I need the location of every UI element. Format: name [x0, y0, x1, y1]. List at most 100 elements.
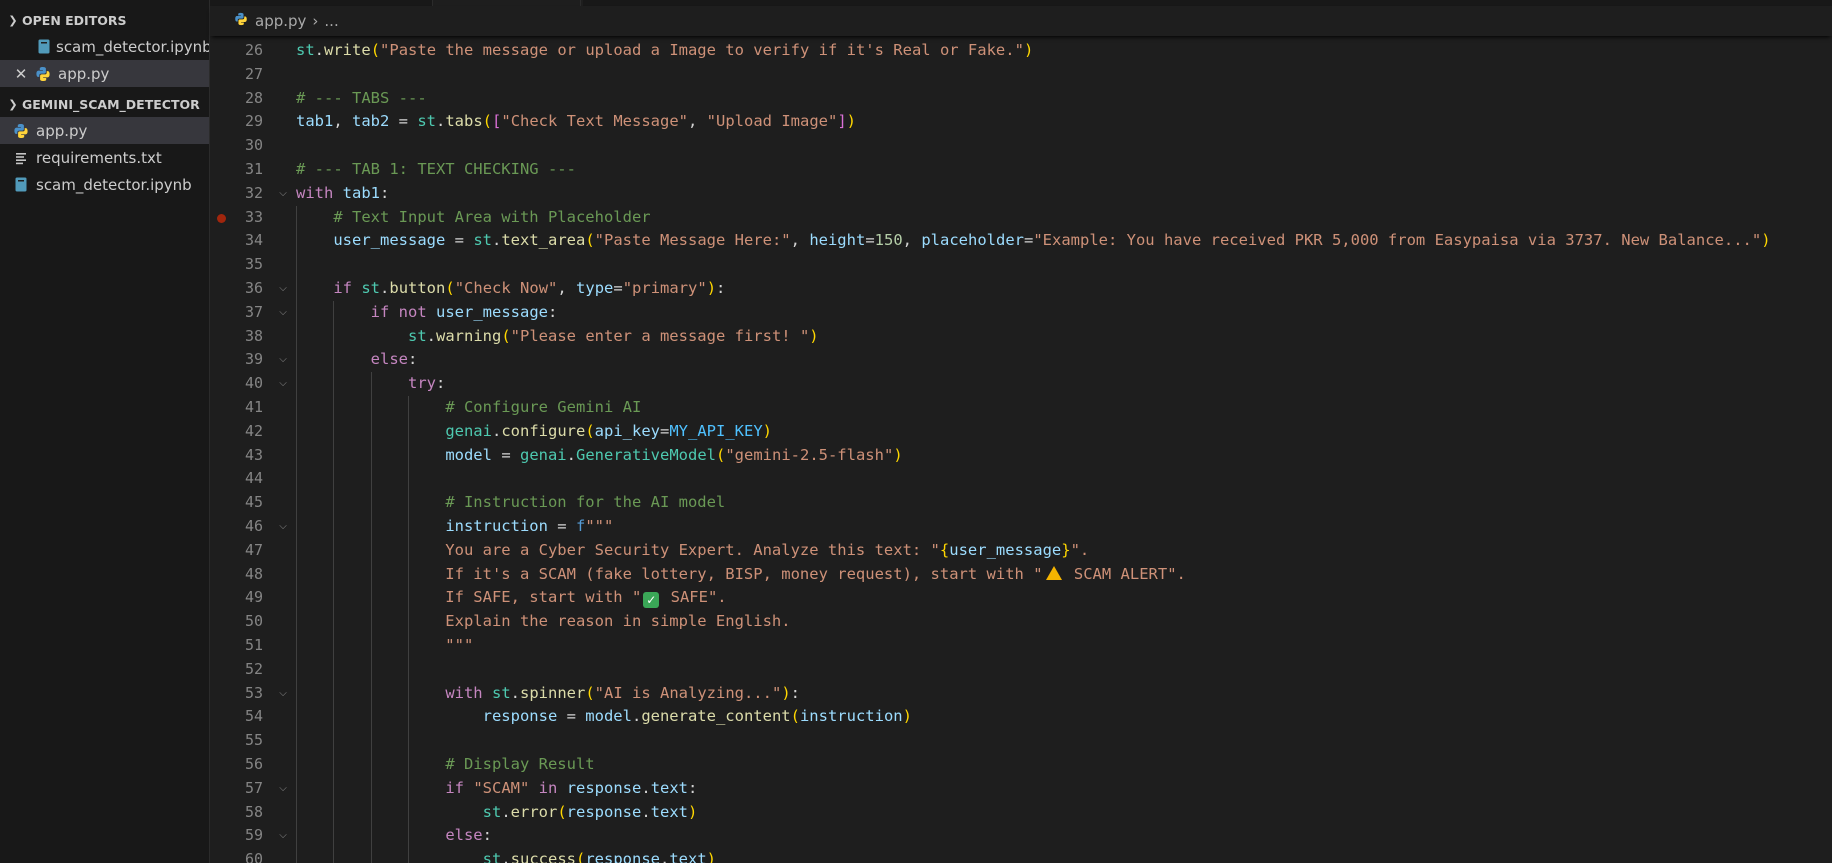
code-line[interactable]: 35 [210, 253, 1832, 277]
code-text: If SAFE, start with " ✓ SAFE". [296, 588, 727, 609]
line-number: 36 [244, 279, 263, 297]
fold-chevron-icon[interactable]: ⌵ [276, 301, 290, 325]
code-line[interactable]: 27 [210, 63, 1832, 87]
notebook-icon [12, 176, 30, 194]
line-number: 37 [244, 302, 263, 321]
code-line[interactable]: 47 You are a Cyber Security Expert. Anal… [210, 539, 1832, 563]
fold-chevron-icon[interactable]: ⌵ [276, 824, 290, 848]
line-number: 32 [244, 183, 263, 202]
workspace-header[interactable]: ❯ GEMINI_SCAM_DETECTOR [0, 91, 209, 117]
notebook-icon [38, 38, 50, 56]
code-line[interactable]: 39 ⌵ else: [210, 348, 1832, 372]
code-text: tab1, tab2 = st.tabs(["Check Text Messag… [296, 112, 857, 131]
code-line[interactable]: 50 Explain the reason in simple English. [210, 610, 1832, 634]
code-text: st.warning("Please enter a message first… [407, 326, 819, 345]
open-editor-item-notebook[interactable]: scam_detector.ipynb [0, 33, 209, 60]
code-line[interactable]: 51 """ [210, 634, 1832, 658]
indent-guide [333, 300, 335, 863]
fold-chevron-icon[interactable]: ⌵ [276, 777, 290, 801]
file-item-app-py[interactable]: app.py [0, 117, 209, 144]
indent-guide [296, 205, 297, 863]
breadcrumb-file[interactable]: app.py [255, 12, 306, 30]
code-line[interactable]: 26 st.write("Paste the message or upload … [210, 39, 1832, 63]
code-line[interactable]: 42 genai.configure(api_key=MY_API_KEY) [210, 420, 1832, 444]
code-line[interactable]: 54 response = model.generate_content(ins… [210, 705, 1832, 729]
code-line[interactable]: 60 st.success(response.text) [210, 848, 1832, 863]
code-line[interactable]: 34 user_message = st.text_area("Paste Me… [210, 229, 1832, 253]
line-number: 26 [244, 41, 263, 59]
file-label: scam_detector.ipynb [36, 175, 192, 194]
line-number: 35 [244, 255, 263, 274]
code-line[interactable]: 43 model = genai.GenerativeModel("gemini… [210, 444, 1832, 468]
file-item-requirements[interactable]: requirements.txt [0, 144, 209, 171]
code-line[interactable]: 58 st.error(response.text) [210, 801, 1832, 825]
code-text: st.write("Paste the message or upload a … [296, 41, 1034, 59]
line-number: 38 [244, 326, 263, 345]
line-number: 56 [244, 755, 263, 773]
code-line[interactable]: 52 [210, 658, 1832, 682]
open-editor-item-app-py[interactable]: ✕ app.py [0, 60, 209, 87]
code-line[interactable]: 30 [210, 134, 1832, 158]
fold-chevron-icon[interactable]: ⌵ [276, 277, 290, 301]
code-line[interactable]: 59 ⌵ else: [210, 824, 1832, 848]
code-line[interactable]: 45 # Instruction for the AI model [210, 491, 1832, 515]
code-text: if st.button("Check Now", type="primary"… [333, 279, 726, 297]
code-line[interactable]: 28 # --- TABS --- [210, 87, 1832, 111]
code-text: if "SCAM" in response.text: [445, 778, 698, 797]
code-line[interactable]: 46 ⌵ instruction = f""" [210, 515, 1832, 539]
line-number: 47 [244, 540, 263, 559]
chevron-down-icon: ❯ [8, 97, 18, 111]
check-icon: ✓ [643, 592, 660, 609]
file-item-notebook[interactable]: scam_detector.ipynb [0, 171, 209, 198]
fold-chevron-icon[interactable]: ⌵ [276, 182, 290, 206]
open-editors-header[interactable]: ❯ OPEN EDITORS [0, 7, 209, 33]
code-text: # --- TABS --- [296, 88, 427, 107]
line-number: 33 [244, 207, 263, 226]
code-text: st.success(response.text) [482, 850, 716, 863]
line-number: 28 [244, 88, 263, 107]
breadcrumb-more[interactable]: ... [324, 12, 338, 30]
code-line[interactable]: 29 tab1, tab2 = st.tabs(["Check Text Mess… [210, 110, 1832, 134]
code-line[interactable]: 49 If SAFE, start with " ✓ SAFE". [210, 586, 1832, 610]
code-line[interactable]: 44 [210, 467, 1832, 491]
code-text: if not user_message: [370, 302, 558, 321]
code-text: model = genai.GenerativeModel("gemini-2.… [445, 445, 903, 464]
line-number: 46 [244, 517, 263, 535]
fold-chevron-icon[interactable]: ⌵ [276, 372, 290, 396]
code-line[interactable]: 48 If it's a SCAM (fake lottery, BISP, m… [210, 563, 1832, 587]
code-line[interactable]: 41 # Configure Gemini AI [210, 396, 1832, 420]
code-line[interactable]: 32 ⌵ with tab1: [210, 182, 1832, 206]
code-line[interactable]: 40 ⌵ try: [210, 372, 1832, 396]
code-line[interactable]: 37 ⌵ if not user_message: [210, 301, 1832, 325]
code-editor: app.py › ... 26 st.write("Paste the messa… [210, 0, 1832, 863]
code-line[interactable]: 31 # --- TAB 1: TEXT CHECKING --- [210, 158, 1832, 182]
code-text: user_message = st.text_area("Paste Messa… [333, 231, 1771, 250]
code-line[interactable]: 56 # Display Result [210, 753, 1832, 777]
code-line[interactable]: 36 ⌵ if st.button("Check Now", type="prim… [210, 277, 1832, 301]
code-line[interactable]: 53 ⌵ with st.spinner("AI is Analyzing..."… [210, 682, 1832, 706]
line-number: 58 [244, 802, 263, 821]
code-line[interactable]: 57 ⌵ if "SCAM" in response.text: [210, 777, 1832, 801]
code-text: instruction = f""" [445, 517, 614, 535]
code-line[interactable]: 38 st.warning("Please enter a message fi… [210, 325, 1832, 349]
code-text: else: [445, 826, 492, 845]
open-editor-label: app.py [58, 64, 110, 83]
code-area[interactable]: 26 st.write("Paste the message or upload … [210, 36, 1832, 863]
code-line[interactable]: 55 [210, 729, 1832, 753]
chevron-right-icon: › [312, 12, 319, 30]
code-line[interactable]: 33 # Text Input Area with Placeholder [210, 206, 1832, 230]
line-number: 57 [244, 778, 263, 797]
line-number: 42 [244, 421, 263, 440]
fold-chevron-icon[interactable]: ⌵ [276, 515, 290, 539]
fold-chevron-icon[interactable]: ⌵ [276, 348, 290, 372]
close-icon[interactable]: ✕ [12, 65, 30, 83]
line-number: 54 [244, 707, 263, 726]
workspace-title: GEMINI_SCAM_DETECTOR [22, 96, 200, 112]
file-label: requirements.txt [36, 148, 162, 167]
line-number: 31 [244, 160, 263, 178]
code-text: # Text Input Area with Placeholder [333, 207, 651, 226]
line-number: 48 [244, 564, 263, 583]
code-text: genai.configure(api_key=MY_API_KEY) [445, 421, 773, 440]
fold-chevron-icon[interactable]: ⌵ [276, 682, 290, 706]
code-text: # Display Result [445, 755, 595, 773]
